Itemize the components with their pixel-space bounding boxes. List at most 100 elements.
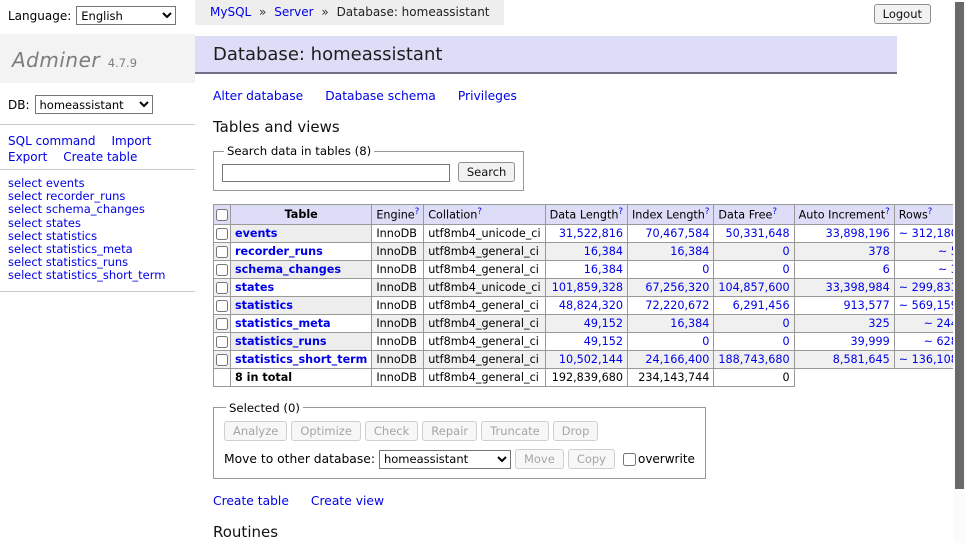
table-name-link[interactable]: statistics_meta <box>235 317 331 330</box>
database-action-link[interactable]: Alter database <box>213 89 303 103</box>
create-link[interactable]: Create table <box>213 494 289 508</box>
move-database-select[interactable]: homeassistant <box>379 450 511 469</box>
sidebar-action-link[interactable]: SQL command <box>8 134 95 148</box>
help-icon[interactable]: ? <box>415 207 420 217</box>
data-length-link[interactable]: 31,522,816 <box>559 227 623 240</box>
breadcrumb-server-link[interactable]: Server <box>274 5 313 19</box>
auto-increment-link[interactable]: 325 <box>868 317 889 330</box>
data-length-link[interactable]: 48,824,320 <box>559 299 623 312</box>
data-free-link[interactable]: 6,291,456 <box>733 299 790 312</box>
data-free-link[interactable]: 104,857,600 <box>718 281 789 294</box>
help-icon[interactable]: ? <box>477 207 482 217</box>
selected-action-button[interactable]: Repair <box>422 421 477 441</box>
help-icon[interactable]: ? <box>885 207 890 217</box>
data-length-link[interactable]: 16,384 <box>584 245 623 258</box>
auto-increment-link[interactable]: 378 <box>868 245 889 258</box>
auto-increment-link[interactable]: 33,898,196 <box>826 227 890 240</box>
auto-increment-link[interactable]: 8,581,645 <box>833 353 890 366</box>
selected-action-button[interactable]: Optimize <box>291 421 361 441</box>
row-checkbox[interactable] <box>216 300 228 312</box>
overwrite-checkbox[interactable] <box>623 453 636 466</box>
row-checkbox[interactable] <box>216 354 228 366</box>
data-free-link[interactable]: 0 <box>782 245 789 258</box>
index-length-link[interactable]: 72,220,672 <box>645 299 709 312</box>
data-free-cell: 0 <box>714 242 794 260</box>
selected-action-button[interactable]: Check <box>365 421 418 441</box>
row-checkbox[interactable] <box>216 282 228 294</box>
index-length-link[interactable]: 0 <box>702 335 709 348</box>
selected-action-button[interactable]: Drop <box>553 421 599 441</box>
table-name-link[interactable]: recorder_runs <box>235 245 323 258</box>
rows-count-link[interactable]: ~ 136,108 <box>899 353 958 366</box>
index-length-link[interactable]: 24,166,400 <box>645 353 709 366</box>
table-name-cell: schema_changes <box>231 260 372 278</box>
breadcrumb-separator: » <box>259 5 266 19</box>
move-button[interactable]: Move <box>515 449 564 469</box>
auto-increment-link[interactable]: 33,398,984 <box>826 281 890 294</box>
help-icon[interactable]: ? <box>705 207 710 217</box>
data-free-link[interactable]: 0 <box>782 317 789 330</box>
index-length-cell: 16,384 <box>627 314 713 332</box>
index-length-link[interactable]: 70,467,584 <box>645 227 709 240</box>
data-length-link[interactable]: 16,384 <box>584 263 623 276</box>
rows-count-link[interactable]: ~ 312,180 <box>899 227 958 240</box>
data-length-link[interactable]: 101,859,328 <box>552 281 623 294</box>
table-name-link[interactable]: events <box>235 227 277 240</box>
table-name-link[interactable]: schema_changes <box>235 263 341 276</box>
copy-button[interactable]: Copy <box>568 449 615 469</box>
index-length-link[interactable]: 0 <box>702 263 709 276</box>
selected-action-button[interactable]: Analyze <box>224 421 287 441</box>
scrollbar-thumb[interactable] <box>955 2 964 489</box>
data-free-link[interactable]: 50,331,648 <box>726 227 790 240</box>
table-name-link[interactable]: statistics_short_term <box>235 353 367 366</box>
help-icon[interactable]: ? <box>618 207 623 217</box>
data-free-link[interactable]: 188,743,680 <box>718 353 789 366</box>
row-checkbox[interactable] <box>216 318 228 330</box>
index-length-link[interactable]: 67,256,320 <box>645 281 709 294</box>
row-checkbox[interactable] <box>216 228 228 240</box>
create-link[interactable]: Create view <box>311 494 384 508</box>
row-checkbox[interactable] <box>216 264 228 276</box>
data-length-link[interactable]: 49,152 <box>584 335 623 348</box>
breadcrumb-mysql-link[interactable]: MySQL <box>210 5 251 19</box>
table-name-link[interactable]: statistics <box>235 299 293 312</box>
table-name-link[interactable]: statistics_runs <box>235 335 327 348</box>
auto-increment-link[interactable]: 39,999 <box>851 335 890 348</box>
sidebar-action-link[interactable]: Import <box>111 134 151 148</box>
data-free-link[interactable]: 0 <box>782 335 789 348</box>
table-name-link[interactable]: states <box>235 281 274 294</box>
select-all-checkbox[interactable] <box>216 209 228 221</box>
index-length-link[interactable]: 16,384 <box>670 245 709 258</box>
data-length-link[interactable]: 49,152 <box>584 317 623 330</box>
index-length-link[interactable]: 16,384 <box>670 317 709 330</box>
engine-cell: InnoDB <box>372 332 424 350</box>
rows-count-link[interactable]: ~ 299,833 <box>899 281 958 294</box>
rows-count-link[interactable]: ~ 569,159 <box>899 299 958 312</box>
search-button[interactable]: Search <box>458 162 516 182</box>
sidebar-select-table-link[interactable]: select schema_changes <box>8 203 187 216</box>
table-total-row: 8 in total InnoDB utf8mb4_general_ci 192… <box>214 368 966 386</box>
sidebar-action-link[interactable]: Export <box>8 150 47 164</box>
search-legend: Search data in tables (8) <box>224 144 374 158</box>
logout-button[interactable]: Logout <box>874 4 931 24</box>
index-length-cell: 70,467,584 <box>627 224 713 242</box>
help-icon[interactable]: ? <box>772 207 777 217</box>
database-action-link[interactable]: Privileges <box>458 89 517 103</box>
auto-increment-link[interactable]: 6 <box>883 263 890 276</box>
data-length-link[interactable]: 10,502,144 <box>559 353 623 366</box>
sidebar-action-link[interactable]: Create table <box>63 150 137 164</box>
row-checkbox[interactable] <box>216 336 228 348</box>
selected-action-button[interactable]: Truncate <box>481 421 549 441</box>
database-action-link[interactable]: Database schema <box>325 89 436 103</box>
sidebar-select-table-link[interactable]: select states <box>8 217 187 230</box>
data-free-link[interactable]: 0 <box>782 263 789 276</box>
collation-cell: utf8mb4_general_ci <box>424 314 545 332</box>
db-select[interactable]: homeassistant <box>35 95 153 114</box>
breadcrumb: MySQL » Server » Database: homeassistant <box>195 0 504 25</box>
language-select[interactable]: English <box>76 6 176 25</box>
help-icon[interactable]: ? <box>928 207 933 217</box>
search-input[interactable] <box>222 164 450 182</box>
row-checkbox[interactable] <box>216 246 228 258</box>
auto-increment-link[interactable]: 913,577 <box>843 299 889 312</box>
sidebar-select-table-link[interactable]: select statistics_short_term <box>8 269 187 282</box>
